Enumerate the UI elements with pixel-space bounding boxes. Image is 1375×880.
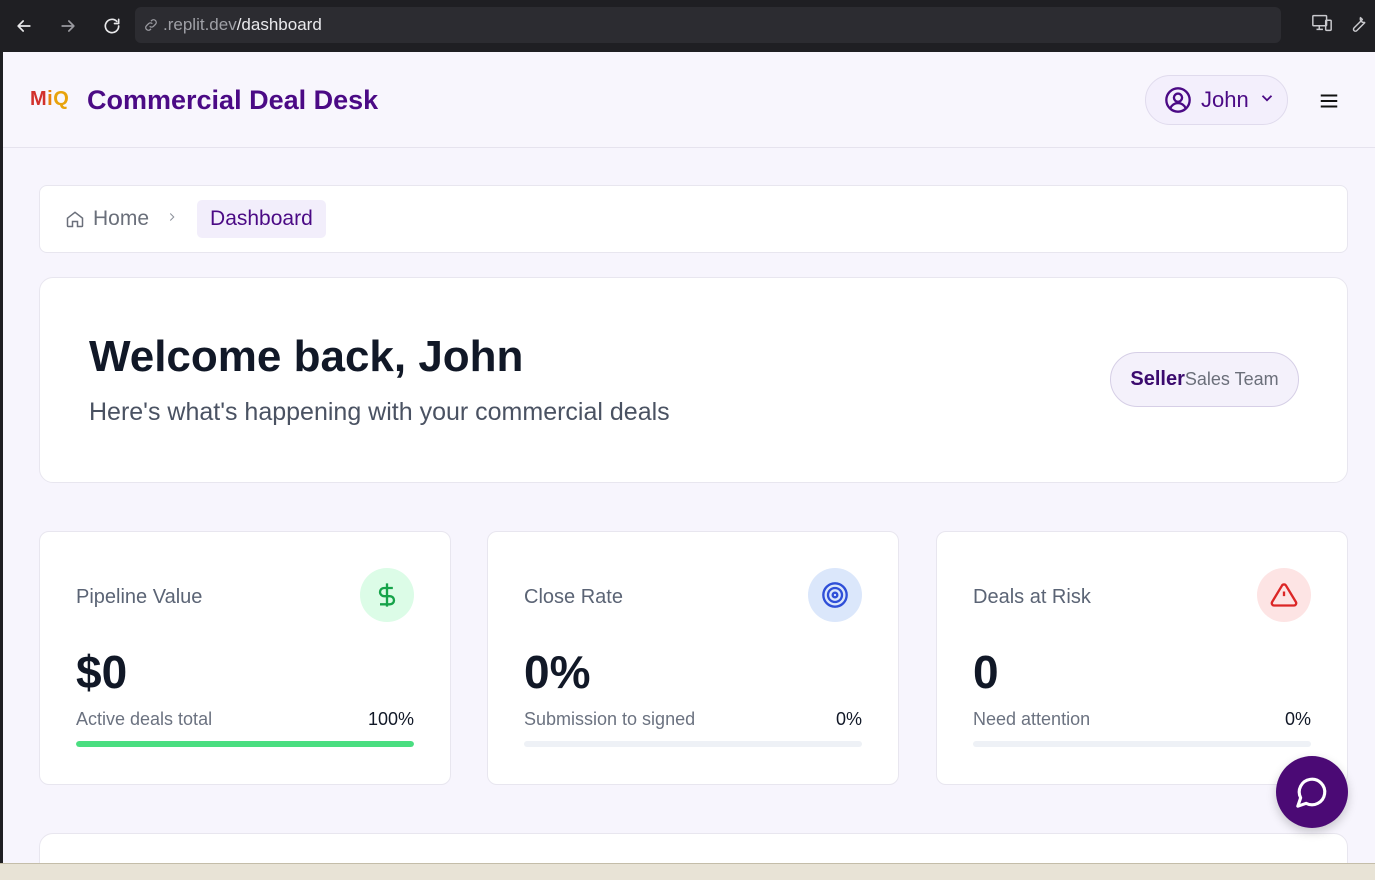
app-header: MiQ Commercial Deal Desk John — [3, 52, 1375, 148]
url-path: /dashboard — [236, 15, 322, 34]
progress-bar — [973, 741, 1311, 747]
arrow-right-icon — [61, 20, 75, 32]
browser-toolbar: .replit.dev/dashboard — [0, 0, 1375, 52]
breadcrumb-current: Dashboard — [197, 200, 326, 238]
app-title: Commercial Deal Desk — [87, 85, 379, 115]
stat-label: Pipeline Value — [76, 586, 203, 608]
stat-percent: 0% — [835, 709, 862, 729]
role-badge: Seller Sales Team — [1110, 352, 1299, 407]
back-button[interactable] — [4, 6, 44, 46]
home-icon — [66, 211, 84, 228]
link-icon — [145, 19, 157, 31]
arrow-left-icon — [17, 20, 31, 32]
progress-fill — [76, 741, 414, 747]
stat-value: 0 — [973, 646, 999, 698]
welcome-heading: Welcome back, John — [89, 332, 524, 381]
stat-card-deals-at-risk: Deals at Risk 0 Need attention 0% — [936, 531, 1348, 785]
menu-icon — [1320, 94, 1338, 108]
stat-label: Deals at Risk — [973, 586, 1091, 608]
role-label: Seller — [1130, 368, 1185, 390]
stat-subtitle: Need attention — [973, 709, 1091, 729]
stat-percent: 100% — [367, 709, 414, 729]
app-page: MiQ Commercial Deal Desk John Home Dashb… — [3, 52, 1375, 863]
welcome-subheading: Here's what's happening with your commer… — [89, 398, 670, 426]
devices-icon[interactable] — [1311, 12, 1333, 34]
browser-extensions — [1311, 12, 1375, 34]
miq-logo[interactable]: MiQ — [30, 88, 69, 111]
dollar-icon — [360, 568, 414, 622]
breadcrumb: Home Dashboard — [39, 185, 1348, 253]
stat-value: 0% — [524, 646, 591, 698]
user-menu-button[interactable]: John — [1145, 75, 1288, 125]
alert-triangle-icon — [1257, 568, 1311, 622]
chevron-down-icon — [1258, 89, 1276, 112]
welcome-panel: Welcome back, John Here's what's happeni… — [39, 277, 1348, 483]
reload-icon — [104, 18, 120, 34]
user-circle-icon — [1165, 87, 1191, 113]
url-host: .replit.dev — [163, 15, 237, 34]
stat-card-close-rate: Close Rate 0% Submission to signed 0% — [487, 531, 899, 785]
reload-button[interactable] — [92, 6, 132, 46]
chat-button[interactable] — [1276, 756, 1348, 828]
taskbar-strip — [0, 863, 1375, 880]
next-section-panel — [39, 833, 1348, 863]
stat-subtitle: Active deals total — [76, 709, 213, 729]
wrench-icon[interactable] — [1347, 12, 1369, 34]
target-icon — [808, 568, 862, 622]
stat-value: $0 — [76, 646, 128, 698]
chevron-right-icon — [165, 210, 179, 229]
user-name: John — [1201, 87, 1249, 112]
address-bar[interactable]: .replit.dev/dashboard — [135, 7, 1281, 43]
stat-subtitle: Submission to signed — [524, 709, 696, 729]
breadcrumb-home-label: Home — [93, 207, 150, 230]
progress-bar — [524, 741, 862, 747]
progress-bar — [76, 741, 414, 747]
breadcrumb-home[interactable]: Home — [65, 207, 149, 231]
stat-label: Close Rate — [524, 586, 623, 608]
forward-button[interactable] — [48, 6, 88, 46]
team-label: Sales Team — [1184, 369, 1279, 389]
chat-bubble-icon — [1296, 777, 1327, 808]
stat-percent: 0% — [1284, 709, 1311, 729]
stat-card-pipeline-value: Pipeline Value $0 Active deals total 100… — [39, 531, 451, 785]
hamburger-menu-button[interactable] — [1318, 90, 1342, 112]
